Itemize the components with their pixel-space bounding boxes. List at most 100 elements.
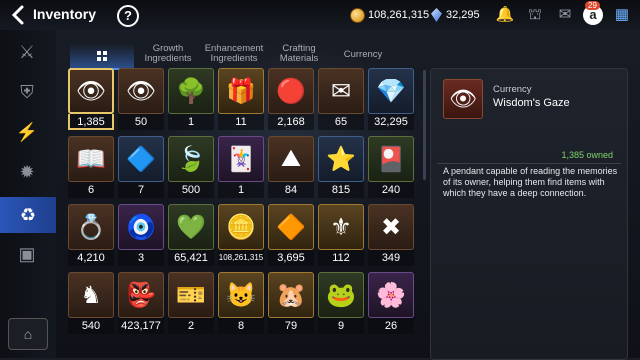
inventory-item[interactable]: 💍 4,210 xyxy=(66,204,116,268)
lightning-icon: ⚡ xyxy=(15,121,39,142)
inventory-item[interactable]: 👁 1,385 xyxy=(66,68,116,132)
item-icon: 🔶 xyxy=(268,204,314,250)
item-count: 3,695 xyxy=(268,250,314,266)
item-icon: ♞ xyxy=(68,272,114,318)
grid-scrollbar[interactable] xyxy=(423,70,426,180)
inventory-item[interactable]: 🧿 3 xyxy=(116,204,166,268)
menu-grid-icon[interactable]: ▦ xyxy=(612,5,632,25)
divider xyxy=(437,163,621,164)
inventory-item[interactable]: ⭐ 815 xyxy=(316,136,366,200)
storage-icon: ⌂ xyxy=(23,326,33,342)
sword-shield-icon: ⚔ xyxy=(18,41,36,62)
detail-item-name: Wisdom's Gaze xyxy=(493,97,570,109)
page-title: Inventory xyxy=(33,6,97,22)
item-icon: 👁 xyxy=(118,68,164,114)
item-icon: ✉ xyxy=(318,68,364,114)
back-arrow-icon[interactable] xyxy=(8,4,30,26)
item-count: 4,210 xyxy=(68,250,114,266)
item-icon: 🍃 xyxy=(168,136,214,182)
item-icon: ⚜ xyxy=(318,204,364,250)
inventory-item[interactable]: 👺 423,177 xyxy=(116,272,166,336)
inventory-item[interactable]: 🎁 11 xyxy=(216,68,266,132)
item-icon: ✖ xyxy=(368,204,414,250)
inventory-item[interactable]: 🔴 2,168 xyxy=(266,68,316,132)
inventory-item[interactable]: 🎫 2 xyxy=(166,272,216,336)
item-count: 11 xyxy=(218,114,264,130)
gold-amount: 108,261,315 xyxy=(368,9,430,21)
shop-icon[interactable]: ⛫ xyxy=(525,5,545,25)
tab-crafting-materials[interactable]: Crafting Materials xyxy=(272,44,326,68)
inventory-item[interactable]: 🎴 240 xyxy=(366,136,416,200)
item-count: 108,261,315 xyxy=(218,250,264,266)
sidebar-item-consumables[interactable]: ⚡ xyxy=(8,116,46,148)
item-icon: 💎 xyxy=(368,68,414,114)
item-count: 349 xyxy=(368,250,414,266)
item-icon: 🎫 xyxy=(168,272,214,318)
inventory-item[interactable]: 🐸 9 xyxy=(316,272,366,336)
item-icon: 📖 xyxy=(68,136,114,182)
sidebar-item-materials[interactable]: ♻ xyxy=(0,197,56,233)
item-count: 815 xyxy=(318,182,364,198)
inventory-item[interactable]: 🐹 79 xyxy=(266,272,316,336)
inventory-item[interactable]: 📖 6 xyxy=(66,136,116,200)
sidebar-item-chests[interactable]: ▣ xyxy=(8,238,46,270)
item-count: 540 xyxy=(68,318,114,334)
inventory-item[interactable]: 😺 8 xyxy=(216,272,266,336)
notification-badge: 29 xyxy=(585,1,600,10)
tab-all[interactable] xyxy=(70,44,134,70)
help-button[interactable]: ? xyxy=(117,5,139,27)
inventory-item[interactable]: ⛰ 84 xyxy=(266,136,316,200)
tab-enhancement-ingredients[interactable]: Enhancement Ingredients xyxy=(202,44,266,68)
storage-button[interactable]: ⌂ xyxy=(8,318,48,350)
sidebar-item-artifacts[interactable]: ⛨ xyxy=(8,76,46,108)
inventory-item[interactable]: 👁 50 xyxy=(116,68,166,132)
tab-currency[interactable]: Currency xyxy=(336,44,390,68)
mail-icon[interactable]: ✉ xyxy=(555,5,575,25)
inventory-item[interactable]: ♞ 540 xyxy=(66,272,116,336)
item-count: 8 xyxy=(218,318,264,334)
inventory-item[interactable]: 🔷 7 xyxy=(116,136,166,200)
item-count: 65,421 xyxy=(168,250,214,266)
crystal-amount: 32,295 xyxy=(446,9,480,21)
gold-counter: 108,261,315 xyxy=(350,6,429,24)
item-icon: ⭐ xyxy=(318,136,364,182)
tab-growth-ingredients[interactable]: Growth Ingredients xyxy=(138,44,198,68)
item-count: 9 xyxy=(318,318,364,334)
owned-count: 1,385 owned xyxy=(561,150,613,160)
item-description: A pendant capable of reading the memorie… xyxy=(443,166,618,198)
inventory-item[interactable]: 🌳 1 xyxy=(166,68,216,132)
item-count: 2,168 xyxy=(268,114,314,130)
crystal-icon xyxy=(431,8,442,22)
inventory-item[interactable]: 🪙 108,261,315 xyxy=(216,204,266,268)
inventory-item[interactable]: 🔶 3,695 xyxy=(266,204,316,268)
item-count: 423,177 xyxy=(118,318,164,334)
inventory-item[interactable]: 🃏 1 xyxy=(216,136,266,200)
item-icon: 🔴 xyxy=(268,68,314,114)
artifact-icon: ⛨ xyxy=(20,81,34,102)
inventory-item[interactable]: 💎 32,295 xyxy=(366,68,416,132)
tab-label: Crafting Materials xyxy=(279,43,319,64)
item-count: 65 xyxy=(318,114,364,130)
item-grid: 👁 1,385 👁 50 🌳 1 🎁 11 🔴 2,168 ✉ 65 💎 32,295 📖 6 🔷 7 🍃 500 🃏 1… xyxy=(66,68,422,358)
item-detail-panel: 👁 Currency Wisdom's Gaze 1,385 owned A p… xyxy=(430,68,628,360)
inventory-item[interactable]: ✖ 349 xyxy=(366,204,416,268)
item-icon: 🌸 xyxy=(368,272,414,318)
inventory-item[interactable]: ⚜ 112 xyxy=(316,204,366,268)
tab-label: Growth Ingredients xyxy=(144,43,192,64)
chest-icon: ▣ xyxy=(18,243,36,264)
inventory-item[interactable]: 🍃 500 xyxy=(166,136,216,200)
item-count: 79 xyxy=(268,318,314,334)
grid-icon xyxy=(97,51,107,61)
item-count: 500 xyxy=(168,182,214,198)
inventory-item[interactable]: 🌸 26 xyxy=(366,272,416,336)
item-count: 32,295 xyxy=(368,114,414,130)
detail-glyph: 👁 xyxy=(449,86,477,111)
sidebar-item-equipment[interactable]: ⚔ xyxy=(8,36,46,68)
item-count: 50 xyxy=(118,114,164,130)
notification-bell-icon[interactable]: 🔔 xyxy=(495,5,515,25)
inventory-item[interactable]: ✉ 65 xyxy=(316,68,366,132)
sidebar-item-exclusive[interactable]: ✹ xyxy=(8,156,46,188)
item-count: 1,385 xyxy=(68,114,114,130)
item-count: 1 xyxy=(218,182,264,198)
inventory-item[interactable]: 💚 65,421 xyxy=(166,204,216,268)
